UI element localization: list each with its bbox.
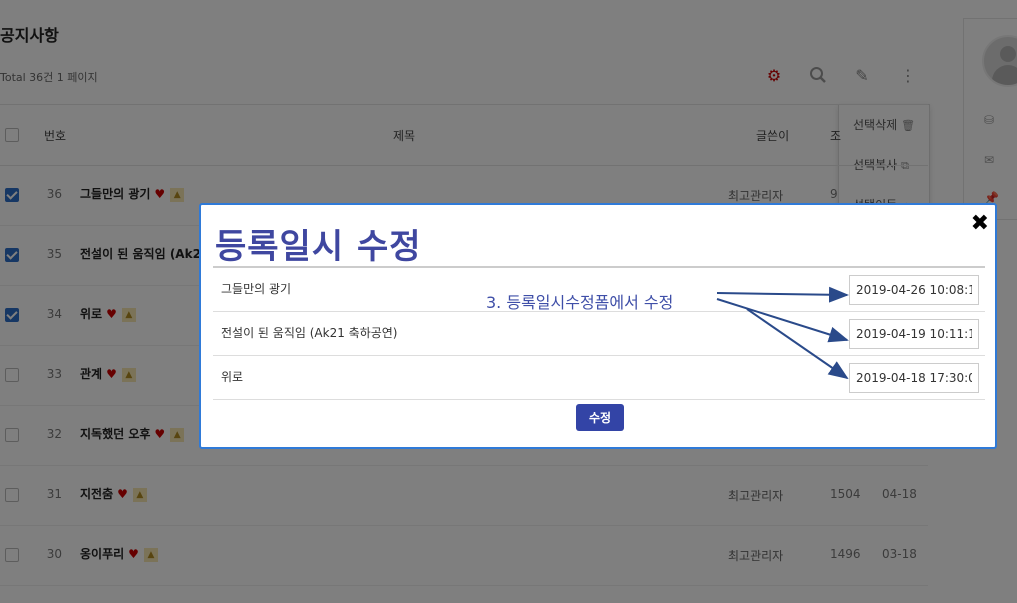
post-title: 그들만의 광기 [221, 282, 292, 296]
annotation-text: 3. 등록일시수정폼에서 수정 [486, 293, 674, 312]
datetime-row: 위로 [213, 356, 985, 400]
datetime-input[interactable] [849, 363, 979, 393]
datetime-input[interactable] [849, 319, 979, 349]
datetime-edit-table: 그들만의 광기 전설이 된 움직임 (Ak21 축하공연) 위로 [213, 266, 985, 400]
close-icon[interactable]: ✖ [971, 213, 989, 235]
post-title: 전설이 된 움직임 (Ak21 축하공연) [221, 326, 398, 340]
save-button[interactable]: 수정 [576, 404, 624, 431]
modal-title: 등록일시 수정 [215, 227, 422, 267]
post-title: 위로 [221, 370, 244, 384]
datetime-input[interactable] [849, 275, 979, 305]
edit-datetime-modal: ✖ 등록일시 수정 그들만의 광기 전설이 된 움직임 (Ak21 축하공연) … [199, 203, 997, 449]
datetime-row: 전설이 된 움직임 (Ak21 축하공연) [213, 312, 985, 356]
